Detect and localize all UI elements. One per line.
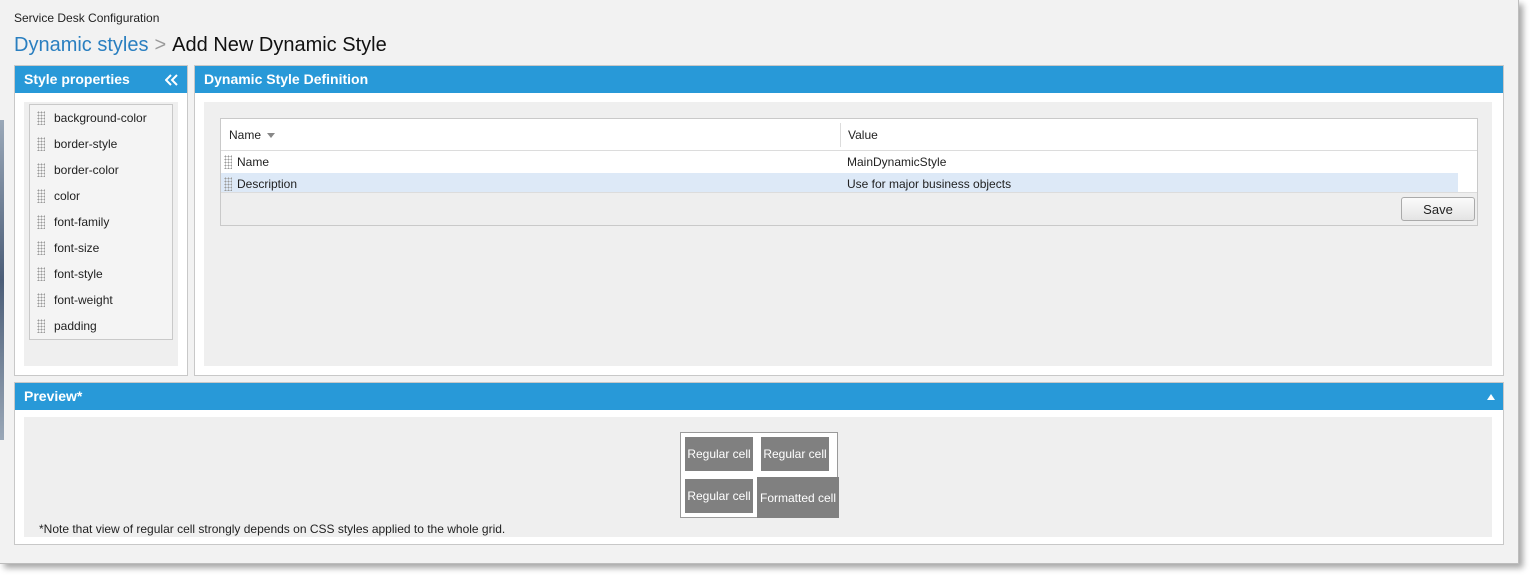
definition-grid: Name Value Name MainDynamicStyle Descrip… [220,118,1478,226]
style-property-label: border-color [54,163,119,177]
sort-down-icon[interactable] [267,133,276,139]
drag-handle-icon[interactable] [37,215,45,229]
preview-header[interactable]: Preview* [15,383,1503,410]
style-property-label: border-style [54,137,118,151]
caret-up-icon[interactable] [1487,394,1495,400]
row-name-cell: Name [237,155,270,169]
style-property-item[interactable]: color [30,183,172,209]
preview-body: Regular cell Regular cell Regular cell F… [24,417,1492,537]
drag-handle-icon[interactable] [37,293,45,307]
style-property-label: font-weight [54,293,113,307]
style-property-item[interactable]: font-weight [30,287,172,313]
style-property-label: padding [54,319,97,333]
style-property-item[interactable]: font-family [30,209,172,235]
column-divider[interactable] [840,123,841,147]
breadcrumb-separator: > [154,34,167,56]
style-property-item[interactable]: padding [30,313,172,339]
drag-handle-icon[interactable] [37,189,45,203]
style-definition-title: Dynamic Style Definition [204,71,369,87]
double-chevron-left-icon[interactable] [163,66,181,93]
preview-note: *Note that view of regular cell strongly… [39,522,506,536]
app-title: Service Desk Configuration [14,11,160,25]
drag-handle-icon[interactable] [224,155,232,169]
table-row[interactable]: Name MainDynamicStyle [221,151,1477,173]
drag-handle-icon[interactable] [37,137,45,151]
style-property-list: background-color border-style border-col… [29,104,173,340]
style-property-label: font-size [54,241,100,255]
style-properties-panel: Style properties background-color border… [14,65,188,376]
page-title: Add New Dynamic Style [172,34,387,56]
style-definition-header: Dynamic Style Definition [195,66,1503,93]
style-property-label: color [54,189,81,203]
style-properties-title: Style properties [24,71,130,87]
grid-footer: Save [221,192,1477,225]
style-property-item[interactable]: font-size [30,235,172,261]
breadcrumb-link-dynamic-styles[interactable]: Dynamic styles [14,34,148,56]
style-property-item[interactable]: border-style [30,131,172,157]
grid-header: Name Value [221,119,1477,151]
drag-handle-icon[interactable] [37,267,45,281]
drag-handle-icon[interactable] [37,241,45,255]
column-header-name[interactable]: Name [229,128,276,142]
breadcrumb: Dynamic styles > Add New Dynamic Style [14,34,387,57]
preview-regular-cell: Regular cell [683,477,755,515]
app-window: Service Desk Configuration Dynamic style… [0,0,1519,564]
drag-handle-icon[interactable] [37,111,45,125]
drag-handle-icon[interactable] [37,163,45,177]
style-definition-panel: Dynamic Style Definition Name Value Name… [194,65,1504,376]
drag-handle-icon[interactable] [224,177,232,191]
row-value-cell[interactable]: MainDynamicStyle [847,151,946,173]
save-button[interactable]: Save [1401,197,1475,221]
style-property-label: background-color [54,111,147,125]
style-property-label: font-style [54,267,103,281]
style-property-label: font-family [54,215,110,229]
drag-handle-icon[interactable] [37,319,45,333]
style-properties-body: background-color border-style border-col… [24,102,178,366]
style-property-item[interactable]: background-color [30,105,172,131]
style-property-item[interactable]: border-color [30,157,172,183]
style-property-item[interactable]: font-style [30,261,172,287]
column-header-name-label: Name [229,128,262,142]
preview-regular-cell: Regular cell [683,435,755,473]
preview-panel: Preview* Regular cell Regular cell Regul… [14,382,1504,545]
preview-formatted-cell: Formatted cell [757,477,839,518]
preview-title: Preview* [24,388,83,404]
preview-grid: Regular cell Regular cell Regular cell F… [680,432,839,518]
column-header-value[interactable]: Value [848,128,878,142]
preview-regular-cell: Regular cell [759,435,831,473]
style-properties-header: Style properties [15,66,187,93]
style-definition-body: Name Value Name MainDynamicStyle Descrip… [204,102,1492,366]
